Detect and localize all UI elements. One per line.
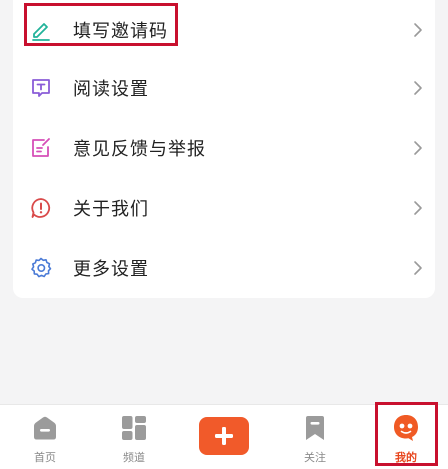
- menu-item-label: 填写邀请码: [73, 21, 168, 42]
- chevron-right-icon: [414, 23, 422, 37]
- tab-mine-label: 我的: [395, 451, 417, 464]
- plus-icon: [215, 427, 233, 445]
- feedback-icon: [32, 138, 50, 157]
- mine-face-icon: [394, 415, 418, 441]
- tab-follow[interactable]: 关注: [270, 405, 360, 469]
- menu-item-label: 意见反馈与举报: [73, 139, 206, 160]
- menu-item-feedback-report[interactable]: 意见反馈与举报: [13, 118, 435, 178]
- menu-item-reading-settings[interactable]: 阅读设置: [13, 58, 435, 118]
- tab-home[interactable]: 首页: [0, 405, 90, 469]
- info-icon: [31, 198, 51, 218]
- pencil-icon: [32, 23, 50, 41]
- tab-channel-label: 频道: [123, 451, 145, 464]
- settings-menu-card: 填写邀请码 阅读设置 意见反馈与举报 关于我们 更多设置: [13, 0, 435, 298]
- menu-item-invite-code[interactable]: 填写邀请码: [13, 0, 435, 60]
- tab-channel[interactable]: 频道: [89, 405, 179, 469]
- tab-mine[interactable]: 我的: [361, 405, 448, 469]
- menu-item-label: 更多设置: [73, 259, 149, 280]
- menu-item-about-us[interactable]: 关于我们: [13, 178, 435, 238]
- chevron-right-icon: [414, 261, 422, 275]
- tab-home-label: 首页: [34, 451, 56, 464]
- bookmark-icon: [306, 416, 324, 440]
- add-post-button[interactable]: [199, 417, 249, 455]
- gear-icon: [31, 257, 52, 278]
- menu-item-label: 阅读设置: [73, 79, 149, 100]
- reading-icon: [32, 79, 50, 97]
- tab-follow-label: 关注: [304, 451, 326, 464]
- chevron-right-icon: [414, 81, 422, 95]
- chevron-right-icon: [414, 141, 422, 155]
- menu-item-label: 关于我们: [73, 199, 149, 220]
- channel-grid-icon: [122, 416, 146, 440]
- home-icon: [34, 416, 56, 440]
- menu-item-more-settings[interactable]: 更多设置: [13, 238, 435, 298]
- chevron-right-icon: [414, 201, 422, 215]
- bottom-tab-bar: 首页 频道 关注 我的: [0, 404, 448, 469]
